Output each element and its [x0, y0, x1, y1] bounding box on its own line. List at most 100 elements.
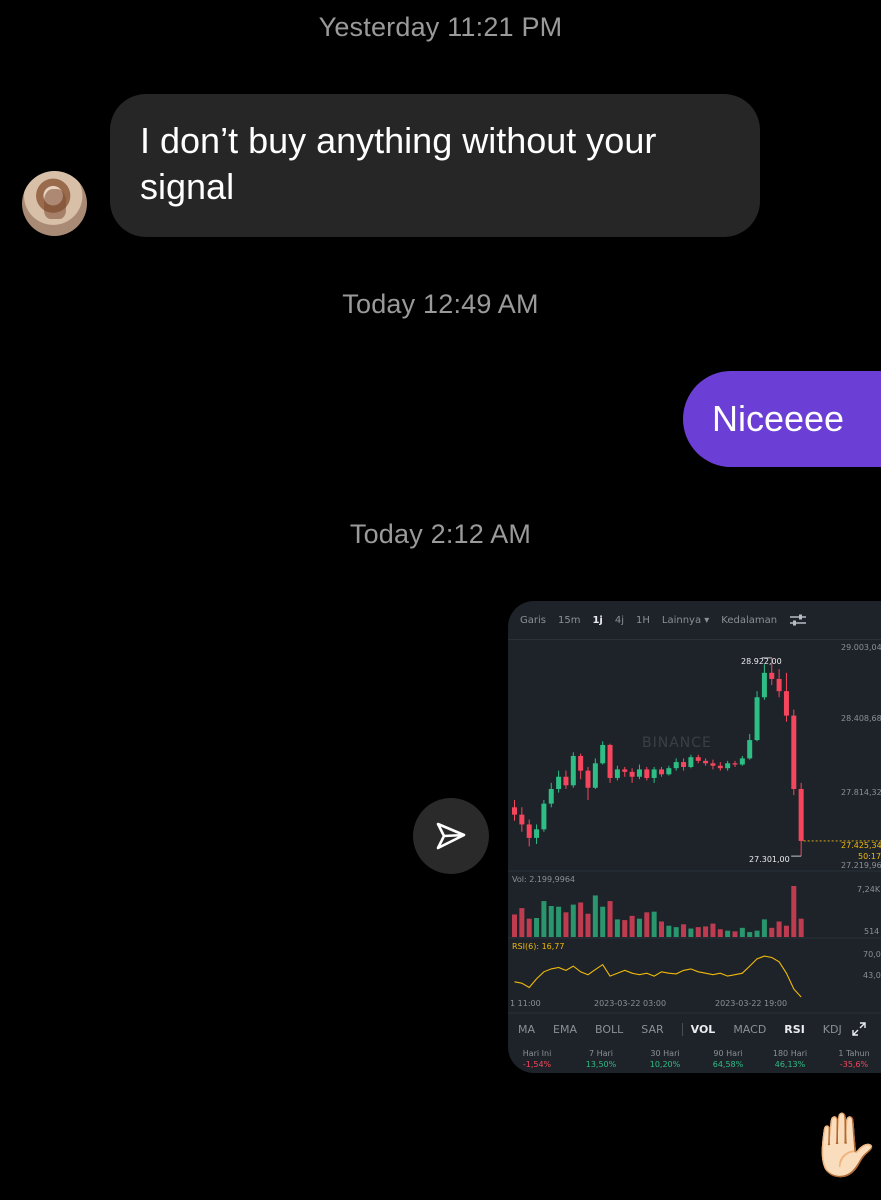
indicator-macd[interactable]: MACD	[733, 1023, 766, 1036]
time-axis-label: 2023-03-22 03:00	[594, 999, 667, 1008]
indicator-kdj[interactable]: KDJ	[823, 1023, 842, 1036]
candle-body	[622, 769, 628, 772]
candle-body	[681, 762, 687, 767]
volume-bar	[659, 921, 664, 937]
volume-bar	[600, 906, 606, 937]
volume-bar	[739, 927, 745, 937]
performance-item: 1 Tahun -35,6%	[838, 1049, 870, 1069]
price-axis-label: 28.408,68	[841, 714, 881, 723]
candle-body	[725, 763, 731, 769]
volume-bar	[747, 932, 753, 937]
performance-item: Hari Ini -1,54%	[522, 1049, 552, 1069]
candle-body	[512, 807, 517, 815]
indicator-boll[interactable]: BOLL	[595, 1023, 623, 1036]
volume-bar	[666, 925, 672, 937]
raised-hand-reaction[interactable]: ✋🏻	[805, 1106, 881, 1186]
volume-bar	[512, 914, 517, 937]
indicator-bar: MA EMA BOLL SAR VOL MACD RSI KDJ	[508, 1014, 881, 1044]
volume-bar	[629, 915, 635, 937]
candle-body	[600, 744, 606, 764]
candle-body	[703, 760, 709, 764]
volume-bar	[791, 886, 797, 937]
volume-bar	[725, 930, 731, 937]
volume-bar	[681, 924, 687, 937]
volume-bar	[798, 918, 804, 937]
volume-bar	[570, 904, 576, 937]
volume-bar	[703, 926, 709, 937]
fullscreen-icon[interactable]	[852, 1022, 866, 1036]
candle-body	[534, 829, 540, 838]
candle-body	[607, 744, 613, 778]
candle-body	[747, 740, 753, 759]
volume-bar	[673, 927, 679, 937]
candle-body	[526, 824, 532, 838]
countdown-label: 50:17	[858, 852, 881, 861]
share-button[interactable]	[413, 798, 489, 874]
candle-body	[548, 788, 554, 804]
volume-bar	[541, 901, 547, 937]
candle-body	[644, 769, 650, 778]
candle-body	[556, 776, 562, 789]
volume-bar	[644, 912, 650, 937]
volume-bar	[717, 929, 723, 937]
volume-bar	[614, 919, 620, 937]
shared-chart-screenshot[interactable]: Garis 15m 1j 4j 1H Lainnya ▾ Kedalaman 2…	[508, 601, 881, 1073]
candle-body	[614, 769, 620, 778]
candle-body	[710, 763, 716, 766]
indicator-ema[interactable]: EMA	[553, 1023, 577, 1036]
volume-bar	[556, 906, 562, 937]
timestamp-1: Yesterday 11:21 PM	[318, 12, 563, 42]
candle-body	[776, 678, 782, 692]
volume-bar	[548, 906, 554, 937]
rsi-label: RSI(6): 16,77	[512, 942, 565, 951]
indicator-rsi[interactable]: RSI	[784, 1023, 805, 1036]
performance-item: 90 Hari 64,58%	[712, 1049, 744, 1069]
performance-item: 180 Hari 46,13%	[772, 1049, 808, 1069]
indicator-sar[interactable]: SAR	[641, 1023, 663, 1036]
candle-body	[732, 763, 738, 765]
volume-bar	[651, 911, 657, 937]
rsi-line	[514, 955, 802, 998]
timestamp-2: Today 12:49 AM	[342, 289, 539, 319]
volume-bar	[754, 930, 760, 937]
price-axis-label: 29.003,04	[841, 643, 881, 652]
volume-bar	[592, 895, 598, 937]
candle-body	[783, 691, 789, 716]
avatar[interactable]	[22, 171, 87, 236]
volume-label: Vol: 2.199,9964	[512, 875, 576, 884]
volume-bar	[761, 919, 767, 937]
low-price-marker: 27.301,00	[749, 855, 790, 864]
timestamp-3: Today 2:12 AM	[349, 519, 532, 549]
volume-bar	[636, 918, 642, 937]
candle-body	[585, 770, 591, 788]
candle-body	[673, 762, 679, 769]
candle-body	[629, 771, 635, 777]
outgoing-message[interactable]: Niceeee	[683, 371, 881, 467]
candle-body	[659, 769, 664, 775]
volume-bar	[578, 902, 584, 937]
candle-body	[739, 758, 745, 765]
candle-body	[717, 765, 723, 769]
volume-bar	[732, 931, 738, 937]
candle-body	[592, 763, 598, 788]
candle-body	[798, 788, 804, 841]
candle-body	[769, 672, 775, 679]
candle-body	[791, 715, 797, 789]
volume-bar	[710, 923, 716, 937]
candle-body	[578, 755, 584, 771]
candle-body	[570, 755, 576, 786]
volume-bar	[526, 918, 532, 937]
volume-bar	[776, 921, 782, 937]
volume-axis-label: 7,24K	[857, 885, 881, 894]
indicator-ma[interactable]: MA	[518, 1023, 535, 1036]
last-price-label: 27.425,34	[841, 841, 881, 850]
price-axis-label: 27.219,96	[841, 861, 881, 870]
incoming-message[interactable]: I don’t buy anything without your signal	[110, 94, 760, 237]
rsi-axis-label: 43,0	[863, 971, 881, 980]
volume-bar	[695, 927, 701, 937]
indicator-vol[interactable]: VOL	[681, 1022, 715, 1036]
performance-item: 30 Hari 10,20%	[649, 1049, 681, 1069]
volume-bar	[688, 928, 694, 937]
send-arrow-icon	[436, 822, 466, 850]
candle-body	[563, 776, 569, 786]
